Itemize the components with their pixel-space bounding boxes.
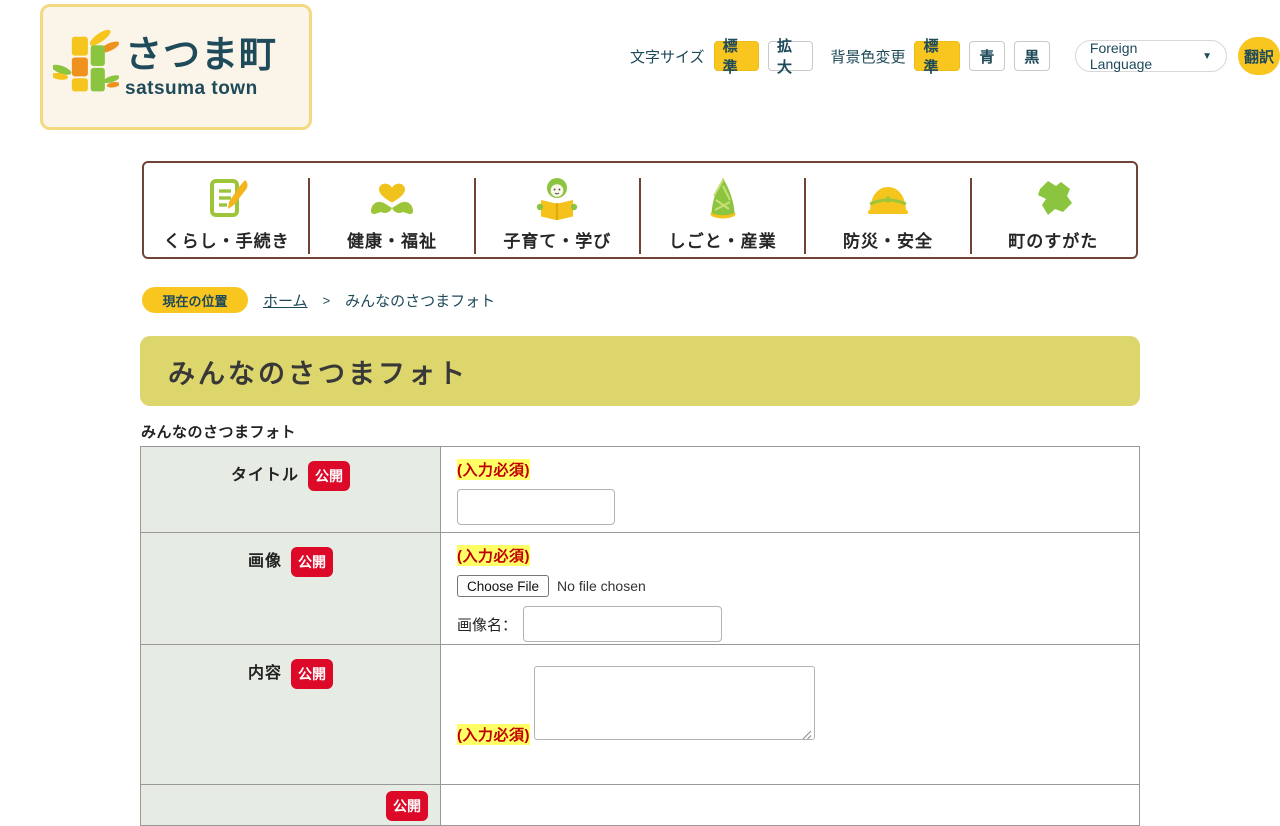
photo-submission-form: タイトル 公開 (入力必須) 画像 公開 (入力必須) Choose File … bbox=[140, 446, 1140, 826]
nav-item-label: 防災・安全 bbox=[842, 232, 933, 251]
font-size-standard-button[interactable]: 標準 bbox=[713, 38, 759, 76]
bamboo-icon bbox=[51, 24, 120, 111]
form-heading: みんなのさつまフォト bbox=[141, 424, 297, 441]
required-note: (入力必須) bbox=[457, 724, 530, 745]
image-field-label: 画像 bbox=[247, 553, 282, 570]
form-row-image: 画像 公開 (入力必須) Choose File No file chosen … bbox=[141, 533, 1139, 645]
nav-item-machi[interactable]: 町のすがた bbox=[971, 163, 1136, 257]
form-row-title-header: タイトル 公開 bbox=[141, 447, 441, 532]
page-title-banner: みんなのさつまフォト bbox=[140, 336, 1140, 406]
page-title: みんなのさつまフォト bbox=[168, 358, 468, 389]
public-badge: 公開 bbox=[386, 791, 428, 821]
title-input[interactable] bbox=[457, 489, 615, 525]
header-controls: 文字サイズ 標準 拡大 背景色変更 標準 青 黒 Foreign Languag… bbox=[630, 36, 1280, 76]
bg-color-label: 背景色変更 bbox=[830, 48, 906, 66]
nav-item-shigoto[interactable]: しごと・産業 bbox=[640, 163, 807, 257]
document-pen-icon bbox=[203, 174, 251, 222]
nav-item-label: 健康・福祉 bbox=[346, 232, 437, 251]
content-field-label: 内容 bbox=[247, 665, 282, 682]
breadcrumb-current-page: みんなのさつまフォト bbox=[345, 292, 496, 310]
language-selector-label: Foreign Language bbox=[1089, 40, 1153, 72]
breadcrumb: 現在の位置 ホーム > みんなのさつまフォト bbox=[142, 287, 495, 313]
required-note: (入力必須) bbox=[457, 545, 530, 566]
content-textarea[interactable] bbox=[534, 666, 816, 740]
site-logo[interactable]: さつま町 satsuma town bbox=[40, 4, 312, 130]
chevron-down-icon: ▼ bbox=[1202, 50, 1212, 62]
image-name-label: 画像名： bbox=[457, 616, 518, 634]
file-chosen-status: No file chosen bbox=[557, 578, 646, 594]
form-row-content-header: 内容 公開 bbox=[141, 645, 441, 784]
breadcrumb-location-badge: 現在の位置 bbox=[142, 287, 248, 313]
form-row-next-header: 公開 bbox=[141, 785, 441, 825]
town-map-icon bbox=[1029, 174, 1077, 222]
helmet-icon bbox=[864, 174, 912, 222]
language-selector[interactable]: Foreign Language ▼ bbox=[1074, 40, 1227, 72]
font-size-enlarge-button[interactable]: 拡大 bbox=[768, 38, 814, 76]
child-reading-icon bbox=[533, 174, 581, 222]
public-badge: 公開 bbox=[308, 461, 350, 491]
choose-file-button[interactable]: Choose File bbox=[457, 575, 550, 597]
public-badge: 公開 bbox=[291, 547, 333, 577]
form-row-next: 公開 bbox=[141, 785, 1139, 825]
site-subtitle: satsuma town bbox=[125, 78, 258, 99]
breadcrumb-separator: > bbox=[322, 292, 331, 308]
nav-item-kosodate[interactable]: 子育て・学び bbox=[475, 163, 642, 257]
breadcrumb-home-link[interactable]: ホーム bbox=[263, 290, 308, 311]
main-navigation: くらし・手続き 健康・福祉 子育て・学び しごと・産業 防災・安全 町のすがた bbox=[142, 161, 1138, 259]
nav-item-label: しごと・産業 bbox=[668, 232, 777, 251]
image-name-input[interactable] bbox=[523, 606, 723, 642]
nav-item-label: 子育て・学び bbox=[503, 232, 612, 251]
font-size-label: 文字サイズ bbox=[630, 48, 705, 66]
hands-heart-icon bbox=[368, 174, 416, 222]
bg-color-standard-button[interactable]: 標準 bbox=[914, 38, 960, 76]
required-note: (入力必須) bbox=[457, 459, 530, 480]
nav-item-label: くらし・手続き bbox=[163, 232, 290, 251]
bg-color-blue-button[interactable]: 青 bbox=[968, 41, 1005, 71]
title-field-label: タイトル bbox=[230, 467, 299, 484]
form-row-title: タイトル 公開 (入力必須) bbox=[141, 447, 1139, 533]
form-row-image-header: 画像 公開 bbox=[141, 533, 441, 644]
site-title: さつま町 bbox=[125, 34, 277, 75]
nav-item-bousai[interactable]: 防災・安全 bbox=[805, 163, 972, 257]
bamboo-shoot-icon bbox=[699, 174, 747, 222]
nav-item-kenkou[interactable]: 健康・福祉 bbox=[309, 163, 476, 257]
nav-item-label: 町のすがた bbox=[1008, 232, 1099, 251]
nav-item-kurashi[interactable]: くらし・手続き bbox=[144, 163, 311, 257]
bg-color-black-button[interactable]: 黒 bbox=[1013, 41, 1050, 71]
public-badge: 公開 bbox=[291, 659, 333, 689]
form-row-content: 内容 公開 (入力必須) bbox=[141, 645, 1139, 785]
translate-button[interactable]: 翻訳 bbox=[1237, 37, 1280, 75]
